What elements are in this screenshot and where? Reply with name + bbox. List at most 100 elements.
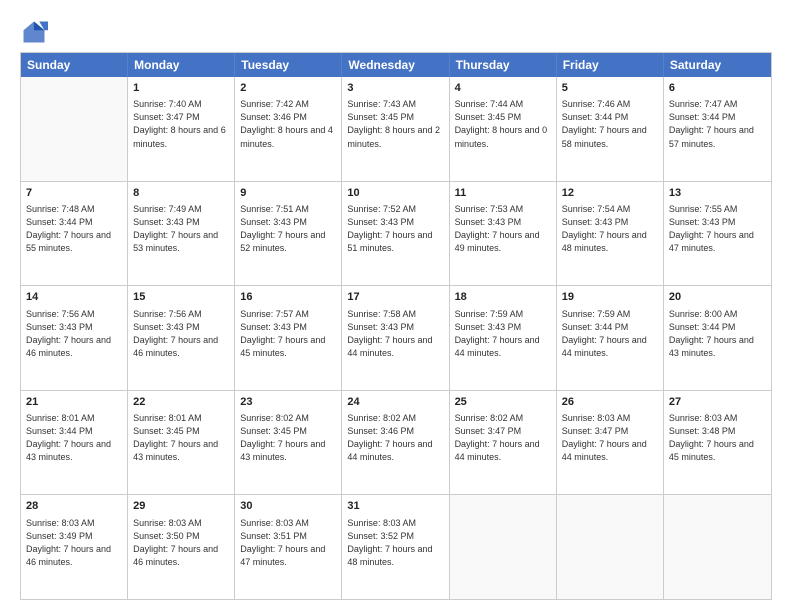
- calendar-cell: 9 Sunrise: 7:51 AMSunset: 3:43 PMDaylight…: [235, 182, 342, 286]
- cell-info: Sunrise: 8:01 AMSunset: 3:45 PMDaylight:…: [133, 412, 229, 464]
- calendar-cell: 17 Sunrise: 7:58 AMSunset: 3:43 PMDayligh…: [342, 286, 449, 390]
- calendar-header-row: SundayMondayTuesdayWednesdayThursdayFrid…: [21, 53, 771, 77]
- calendar-header-thursday: Thursday: [450, 53, 557, 77]
- calendar-cell: 10 Sunrise: 7:52 AMSunset: 3:43 PMDayligh…: [342, 182, 449, 286]
- calendar-cell: 16 Sunrise: 7:57 AMSunset: 3:43 PMDayligh…: [235, 286, 342, 390]
- calendar-cell: 19 Sunrise: 7:59 AMSunset: 3:44 PMDayligh…: [557, 286, 664, 390]
- calendar-cell: 31 Sunrise: 8:03 AMSunset: 3:52 PMDayligh…: [342, 495, 449, 599]
- logo: [20, 18, 52, 46]
- cell-info: Sunrise: 7:56 AMSunset: 3:43 PMDaylight:…: [26, 308, 122, 360]
- cell-info: Sunrise: 8:03 AMSunset: 3:48 PMDaylight:…: [669, 412, 766, 464]
- calendar-cell: 6 Sunrise: 7:47 AMSunset: 3:44 PMDaylight…: [664, 77, 771, 181]
- cell-info: Sunrise: 7:40 AMSunset: 3:47 PMDaylight:…: [133, 98, 229, 150]
- cell-info: Sunrise: 7:57 AMSunset: 3:43 PMDaylight:…: [240, 308, 336, 360]
- calendar-cell: 28Sunrise: 8:03 AMSunset: 3:49 PMDayligh…: [21, 495, 128, 599]
- calendar-cell: 3 Sunrise: 7:43 AMSunset: 3:45 PMDaylight…: [342, 77, 449, 181]
- cell-info: Sunrise: 7:42 AMSunset: 3:46 PMDaylight:…: [240, 98, 336, 150]
- calendar-cell: 30 Sunrise: 8:03 AMSunset: 3:51 PMDayligh…: [235, 495, 342, 599]
- cell-info: Sunrise: 7:59 AMSunset: 3:43 PMDaylight:…: [455, 308, 551, 360]
- cell-info: Sunrise: 7:59 AMSunset: 3:44 PMDaylight:…: [562, 308, 658, 360]
- day-number: 30: [240, 499, 336, 514]
- day-number: 16: [240, 290, 336, 305]
- cell-info: Sunrise: 7:55 AMSunset: 3:43 PMDaylight:…: [669, 203, 766, 255]
- calendar-cell: 29 Sunrise: 8:03 AMSunset: 3:50 PMDayligh…: [128, 495, 235, 599]
- cell-info: Sunrise: 7:58 AMSunset: 3:43 PMDaylight:…: [347, 308, 443, 360]
- day-number: 24: [347, 395, 443, 410]
- calendar-cell: 18 Sunrise: 7:59 AMSunset: 3:43 PMDayligh…: [450, 286, 557, 390]
- day-number: 17: [347, 290, 443, 305]
- day-number: 1: [133, 81, 229, 96]
- calendar-header-friday: Friday: [557, 53, 664, 77]
- cell-info: Sunrise: 7:54 AMSunset: 3:43 PMDaylight:…: [562, 203, 658, 255]
- day-number: 3: [347, 81, 443, 96]
- cell-info: Sunrise: 7:47 AMSunset: 3:44 PMDaylight:…: [669, 98, 766, 150]
- calendar-cell: 7 Sunrise: 7:48 AMSunset: 3:44 PMDaylight…: [21, 182, 128, 286]
- cell-info: Sunrise: 7:51 AMSunset: 3:43 PMDaylight:…: [240, 203, 336, 255]
- calendar-cell: 12 Sunrise: 7:54 AMSunset: 3:43 PMDayligh…: [557, 182, 664, 286]
- calendar-cell: 27 Sunrise: 8:03 AMSunset: 3:48 PMDayligh…: [664, 391, 771, 495]
- calendar-week-0: 1 Sunrise: 7:40 AMSunset: 3:47 PMDaylight…: [21, 77, 771, 182]
- cell-info: Sunrise: 8:03 AMSunset: 3:51 PMDaylight:…: [240, 517, 336, 569]
- calendar-cell: 4Sunrise: 7:44 AMSunset: 3:45 PMDaylight…: [450, 77, 557, 181]
- day-number: 13: [669, 186, 766, 201]
- calendar-header-sunday: Sunday: [21, 53, 128, 77]
- day-number: 5: [562, 81, 658, 96]
- calendar-cell: 14 Sunrise: 7:56 AMSunset: 3:43 PMDayligh…: [21, 286, 128, 390]
- calendar-week-4: 28Sunrise: 8:03 AMSunset: 3:49 PMDayligh…: [21, 495, 771, 599]
- calendar-cell: [664, 495, 771, 599]
- day-number: 21: [26, 395, 122, 410]
- calendar-header-monday: Monday: [128, 53, 235, 77]
- day-number: 25: [455, 395, 551, 410]
- cell-info: Sunrise: 7:52 AMSunset: 3:43 PMDaylight:…: [347, 203, 443, 255]
- calendar-cell: 11Sunrise: 7:53 AMSunset: 3:43 PMDayligh…: [450, 182, 557, 286]
- calendar-body: 1 Sunrise: 7:40 AMSunset: 3:47 PMDaylight…: [21, 77, 771, 599]
- day-number: 10: [347, 186, 443, 201]
- page: SundayMondayTuesdayWednesdayThursdayFrid…: [0, 0, 792, 612]
- calendar-cell: 22 Sunrise: 8:01 AMSunset: 3:45 PMDayligh…: [128, 391, 235, 495]
- day-number: 22: [133, 395, 229, 410]
- calendar-cell: 1 Sunrise: 7:40 AMSunset: 3:47 PMDaylight…: [128, 77, 235, 181]
- header: [20, 18, 772, 46]
- calendar-header-tuesday: Tuesday: [235, 53, 342, 77]
- cell-info: Sunrise: 8:02 AMSunset: 3:47 PMDaylight:…: [455, 412, 551, 464]
- calendar-cell: 15 Sunrise: 7:56 AMSunset: 3:43 PMDayligh…: [128, 286, 235, 390]
- calendar-cell: 2 Sunrise: 7:42 AMSunset: 3:46 PMDaylight…: [235, 77, 342, 181]
- day-number: 7: [26, 186, 122, 201]
- day-number: 19: [562, 290, 658, 305]
- day-number: 4: [455, 81, 551, 96]
- calendar-week-2: 14 Sunrise: 7:56 AMSunset: 3:43 PMDayligh…: [21, 286, 771, 391]
- calendar-cell: [21, 77, 128, 181]
- calendar-week-3: 21 Sunrise: 8:01 AMSunset: 3:44 PMDayligh…: [21, 391, 771, 496]
- cell-info: Sunrise: 8:00 AMSunset: 3:44 PMDaylight:…: [669, 308, 766, 360]
- calendar-cell: 21 Sunrise: 8:01 AMSunset: 3:44 PMDayligh…: [21, 391, 128, 495]
- day-number: 18: [455, 290, 551, 305]
- day-number: 27: [669, 395, 766, 410]
- day-number: 12: [562, 186, 658, 201]
- day-number: 31: [347, 499, 443, 514]
- cell-info: Sunrise: 7:48 AMSunset: 3:44 PMDaylight:…: [26, 203, 122, 255]
- logo-icon: [20, 18, 48, 46]
- cell-info: Sunrise: 8:03 AMSunset: 3:52 PMDaylight:…: [347, 517, 443, 569]
- day-number: 9: [240, 186, 336, 201]
- cell-info: Sunrise: 8:03 AMSunset: 3:50 PMDaylight:…: [133, 517, 229, 569]
- day-number: 2: [240, 81, 336, 96]
- day-number: 26: [562, 395, 658, 410]
- cell-info: Sunrise: 7:43 AMSunset: 3:45 PMDaylight:…: [347, 98, 443, 150]
- calendar-header-wednesday: Wednesday: [342, 53, 449, 77]
- day-number: 6: [669, 81, 766, 96]
- calendar-cell: [450, 495, 557, 599]
- day-number: 15: [133, 290, 229, 305]
- day-number: 8: [133, 186, 229, 201]
- calendar-cell: [557, 495, 664, 599]
- day-number: 29: [133, 499, 229, 514]
- cell-info: Sunrise: 8:03 AMSunset: 3:49 PMDaylight:…: [26, 517, 122, 569]
- day-number: 23: [240, 395, 336, 410]
- cell-info: Sunrise: 7:46 AMSunset: 3:44 PMDaylight:…: [562, 98, 658, 150]
- calendar-cell: 20Sunrise: 8:00 AMSunset: 3:44 PMDayligh…: [664, 286, 771, 390]
- day-number: 14: [26, 290, 122, 305]
- cell-info: Sunrise: 7:53 AMSunset: 3:43 PMDaylight:…: [455, 203, 551, 255]
- cell-info: Sunrise: 7:56 AMSunset: 3:43 PMDaylight:…: [133, 308, 229, 360]
- cell-info: Sunrise: 8:02 AMSunset: 3:45 PMDaylight:…: [240, 412, 336, 464]
- cell-info: Sunrise: 8:01 AMSunset: 3:44 PMDaylight:…: [26, 412, 122, 464]
- calendar: SundayMondayTuesdayWednesdayThursdayFrid…: [20, 52, 772, 600]
